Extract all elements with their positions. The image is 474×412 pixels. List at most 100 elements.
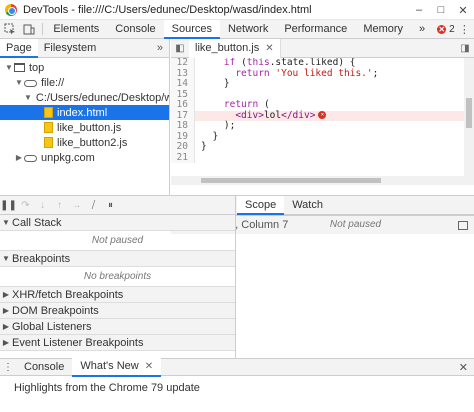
line-number[interactable]: 14 [171, 78, 195, 90]
editor-file-tab[interactable]: like_button.js ✕ [189, 38, 281, 58]
error-count-badge[interactable]: ✕ 2 [437, 24, 455, 35]
tab-watch[interactable]: Watch [284, 196, 331, 215]
expand-arrow-icon: ▼ [2, 253, 10, 263]
expand-arrow-icon: ▼ [2, 217, 10, 227]
tree-item-file-origin[interactable]: ▼ file:// [0, 75, 169, 90]
editor-tabs: ◧ like_button.js ✕ ◨ [171, 38, 474, 58]
scrollbar-thumb[interactable] [201, 178, 381, 183]
collapse-arrow-icon: ▶ [2, 305, 10, 315]
debugger-controls: ❚❚ ↷ ↓ ↑ → ⧸ ⏸ [0, 196, 236, 215]
file-icon [44, 122, 53, 133]
expand-arrow-icon[interactable]: ▼ [14, 78, 24, 87]
tab-memory[interactable]: Memory [355, 20, 411, 39]
tab-network[interactable]: Network [220, 20, 276, 39]
section-call-stack[interactable]: ▼ Call Stack [0, 215, 235, 231]
section-title: Event Listener Breakpoints [12, 336, 144, 349]
tab-scope[interactable]: Scope [237, 196, 285, 215]
tree-item-like-button-js[interactable]: like_button.js [0, 120, 169, 135]
device-toolbar-button[interactable] [19, 20, 38, 39]
vertical-scrollbar[interactable] [464, 58, 474, 176]
collapse-arrow-icon: ▶ [2, 321, 10, 331]
navigator-more-chevron-icon[interactable]: » [151, 42, 169, 54]
tree-item-like-button2-js[interactable]: like_button2.js [0, 135, 169, 150]
section-breakpoints[interactable]: ▼ Breakpoints [0, 251, 235, 267]
inspect-icon [4, 23, 15, 35]
section-dom-breakpoints[interactable]: ▶ DOM Breakpoints [0, 303, 235, 319]
horizontal-scrollbar[interactable] [171, 176, 474, 185]
section-title: DOM Breakpoints [12, 304, 99, 317]
step-icon[interactable]: → [68, 197, 85, 215]
more-tabs-chevron-icon[interactable]: » [411, 20, 433, 39]
code-line: 16 return ( [171, 99, 474, 111]
window-controls: – □ ✕ [408, 0, 474, 20]
section-global-listeners[interactable]: ▶ Global Listeners [0, 319, 235, 335]
step-over-icon[interactable]: ↷ [17, 197, 34, 215]
close-drawer-icon[interactable]: ✕ [459, 361, 468, 374]
line-number[interactable]: 12 [171, 58, 195, 69]
chrome-logo-icon [5, 3, 17, 16]
line-number[interactable]: 21 [171, 152, 195, 163]
breakpoints-placeholder: No breakpoints [0, 267, 235, 287]
section-event-listener-breakpoints[interactable]: ▶ Event Listener Breakpoints [0, 335, 235, 351]
tab-page[interactable]: Page [0, 38, 38, 58]
tab-console[interactable]: Console [107, 20, 163, 39]
navigator-tabs: Page Filesystem » [0, 38, 169, 58]
error-icon[interactable]: ✕ [318, 111, 327, 119]
cloud-icon [24, 155, 37, 162]
step-into-icon[interactable]: ↓ [34, 197, 51, 215]
inspect-element-button[interactable] [0, 20, 19, 39]
tree-item-label: like_button2.js [57, 136, 128, 149]
maximize-button[interactable]: □ [430, 0, 452, 20]
code-area[interactable]: 12 if (this.state.liked) { 13 return 'Yo… [171, 58, 474, 176]
toggle-navigator-icon[interactable]: ◧ [171, 43, 189, 54]
minimize-button[interactable]: – [408, 0, 430, 20]
tree-item-label: unpkg.com [41, 151, 95, 164]
file-icon [44, 137, 53, 148]
tree-item-index-html[interactable]: index.html [0, 105, 169, 120]
drawer-menu-icon[interactable]: ⋮ [0, 362, 16, 373]
tree-item-unpkg[interactable]: ▶ unpkg.com [0, 150, 169, 165]
code-line: 21 [171, 152, 474, 163]
tab-performance[interactable]: Performance [276, 20, 355, 39]
debugger-sidebar: ▼ Call Stack Not paused ▼ Breakpoints No… [0, 215, 236, 358]
toolbar-divider [41, 23, 43, 35]
tab-drawer-console[interactable]: Console [16, 359, 72, 376]
whats-new-content: Highlights from the Chrome 79 update [14, 382, 200, 394]
tab-sources[interactable]: Sources [163, 19, 220, 39]
tab-whats-new[interactable]: What's New ✕ [72, 357, 162, 377]
close-tab-icon[interactable]: ✕ [265, 43, 273, 54]
expand-arrow-icon[interactable]: ▼ [4, 63, 14, 72]
collapse-arrow-icon: ▶ [2, 337, 10, 347]
deactivate-breakpoints-icon[interactable]: ⧸ [85, 197, 102, 215]
tab-elements[interactable]: Elements [45, 20, 107, 39]
scrollbar-thumb[interactable] [466, 98, 472, 128]
tree-item-label: file:// [41, 76, 65, 89]
settings-menu-button[interactable]: ⋮ [455, 20, 474, 39]
expand-arrow-icon[interactable]: ▼ [24, 93, 32, 102]
close-tab-icon[interactable]: ✕ [145, 358, 153, 375]
tab-whats-new-label: What's New [80, 359, 139, 372]
navigator-panel: Page Filesystem » ▼ top ▼ file:// ▼ C:/U… [0, 38, 170, 195]
tree-item-folder[interactable]: ▼ C:/Users/edunec/Desktop/wasd [0, 90, 169, 105]
toggle-debugger-icon[interactable]: ◨ [456, 43, 474, 54]
scope-pane: Not paused [237, 215, 474, 358]
frame-icon [14, 63, 25, 72]
section-xhr-breakpoints[interactable]: ▶ XHR/fetch Breakpoints [0, 287, 235, 303]
step-out-icon[interactable]: ↑ [51, 197, 68, 215]
tree-item-top[interactable]: ▼ top [0, 60, 169, 75]
close-window-button[interactable]: ✕ [452, 0, 474, 20]
code-line: 14 } [171, 78, 474, 90]
debugger-toolbar: ❚❚ ↷ ↓ ↑ → ⧸ ⏸ Scope Watch [0, 195, 474, 215]
line-number[interactable]: 20 [171, 141, 195, 153]
line-number[interactable]: 18 [171, 120, 195, 132]
tree-item-label: index.html [57, 106, 108, 119]
pause-resume-icon[interactable]: ❚❚ [0, 197, 17, 215]
main-tab-bar: Elements Console Sources Network Perform… [0, 19, 474, 39]
line-number[interactable]: 16 [171, 99, 195, 111]
scope-tabs: Scope Watch [237, 196, 331, 215]
call-stack-placeholder: Not paused [0, 231, 235, 251]
pause-on-exceptions-icon[interactable]: ⏸ [102, 197, 119, 215]
collapse-arrow-icon[interactable]: ▶ [14, 153, 24, 162]
drawer: ⋮ Console What's New ✕ ✕ Highlights from… [0, 357, 474, 412]
tab-filesystem[interactable]: Filesystem [38, 39, 103, 58]
